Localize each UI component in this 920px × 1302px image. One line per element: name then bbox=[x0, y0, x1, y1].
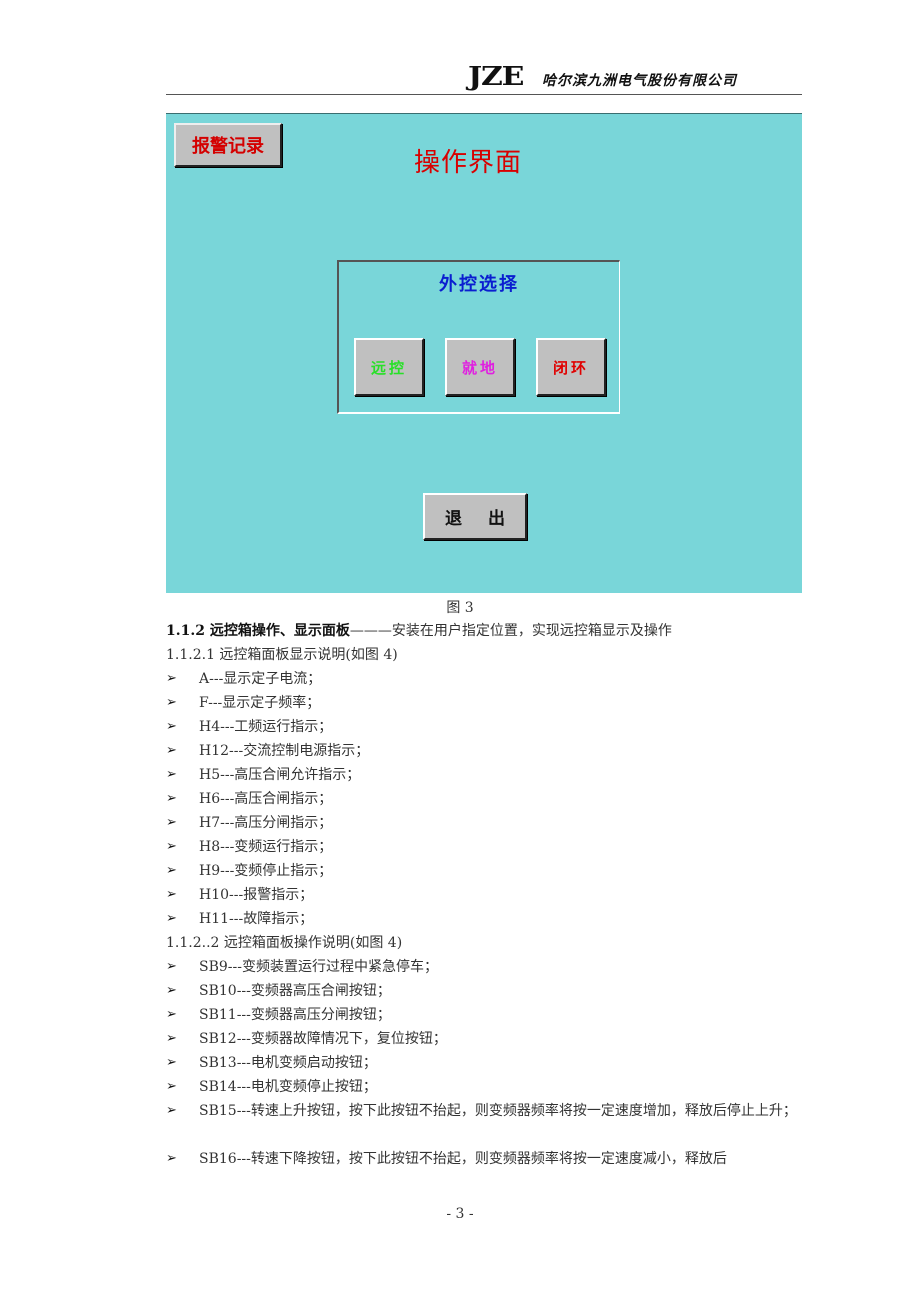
list-item-text: H5---高压合闸允许指示； bbox=[199, 767, 361, 783]
list-item-text: H6---高压合闸指示； bbox=[199, 791, 333, 807]
figure-caption: 图 3 bbox=[446, 600, 474, 616]
list-item: ➢ H8---变频运行指示； bbox=[166, 835, 369, 859]
bullet-arrow-icon: ➢ bbox=[166, 815, 177, 830]
list-item: ➢ H10---报警指示； bbox=[166, 883, 369, 907]
alarm-record-button[interactable]: 报警记录 bbox=[174, 123, 282, 167]
company-name: 哈尔滨九洲电气股份有限公司 bbox=[542, 73, 737, 89]
list-item: ➢ A---显示定子电流； bbox=[166, 667, 369, 691]
list-item-text: SB16---转速下降按钮，按下此按钮不抬起，则变频器频率将按一定速度减小，释放… bbox=[199, 1151, 727, 1167]
bullet-arrow-icon: ➢ bbox=[166, 767, 177, 782]
list-item: ➢ H11---故障指示； bbox=[166, 907, 369, 931]
section-title-desc: ———安装在用户指定位置，实现远控箱显示及操作 bbox=[349, 623, 672, 639]
list-item-text: F---显示定子频率； bbox=[199, 695, 321, 711]
bullet-arrow-icon: ➢ bbox=[166, 887, 177, 902]
list-item: ➢ SB14---电机变频停止按钮； bbox=[166, 1075, 802, 1099]
group-title: 外控选择 bbox=[439, 274, 519, 295]
list-item: ➢ H5---高压合闸允许指示； bbox=[166, 763, 369, 787]
list-item-text: SB11---变频器高压分闸按钮； bbox=[199, 1007, 391, 1023]
bullet-arrow-icon: ➢ bbox=[166, 863, 177, 878]
bullet-arrow-icon: ➢ bbox=[166, 983, 177, 998]
bullet-arrow-icon: ➢ bbox=[166, 1031, 177, 1046]
list-item-text: A---显示定子电流； bbox=[199, 671, 322, 687]
bullet-arrow-icon: ➢ bbox=[166, 1103, 177, 1118]
list-item: ➢ F---显示定子频率； bbox=[166, 691, 369, 715]
list-item-text: SB14---电机变频停止按钮； bbox=[199, 1079, 377, 1095]
list-item: ➢ SB15---转速上升按钮，按下此按钮不抬起，则变频器频率将按一定速度增加，释… bbox=[166, 1099, 802, 1147]
hmi-title: 操作界面 bbox=[414, 148, 523, 178]
list-item: ➢ SB9---变频装置运行过程中紧急停车； bbox=[166, 955, 802, 979]
list-item-text: H11---故障指示； bbox=[199, 911, 314, 927]
subsection-display: 1.1.2.1 远控箱面板显示说明(如图 4) bbox=[166, 647, 398, 663]
bullet-arrow-icon: ➢ bbox=[166, 1079, 177, 1094]
bullet-arrow-icon: ➢ bbox=[166, 695, 177, 710]
list-item: ➢ SB16---转速下降按钮，按下此按钮不抬起，则变频器频率将按一定速度减小，释… bbox=[166, 1147, 802, 1171]
bullet-arrow-icon: ➢ bbox=[166, 959, 177, 974]
page-header: JZE 哈尔滨九洲电气股份有限公司 bbox=[166, 60, 802, 95]
bullet-arrow-icon: ➢ bbox=[166, 1007, 177, 1022]
bullet-arrow-icon: ➢ bbox=[166, 911, 177, 926]
closed-loop-button[interactable]: 闭环 bbox=[536, 338, 606, 396]
section-title-bold: 1.1.2 远控箱操作、显示面板 bbox=[166, 623, 350, 639]
operation-items-list: ➢ SB9---变频装置运行过程中紧急停车； ➢ SB10---变频器高压合闸按钮； ➢… bbox=[166, 955, 802, 1171]
bullet-arrow-icon: ➢ bbox=[166, 1055, 177, 1070]
subsection-operation: 1.1.2..2 远控箱面板操作说明(如图 4) bbox=[166, 935, 403, 951]
company-logo: JZE bbox=[468, 62, 524, 92]
hmi-operation-screen: 报警记录 操作界面 外控选择 远控 就地 闭环 退 出 bbox=[166, 113, 802, 593]
external-control-group: 外控选择 远控 就地 闭环 bbox=[337, 260, 620, 414]
page-number: - 3 - bbox=[446, 1206, 474, 1222]
list-item: ➢ H9---变频停止指示； bbox=[166, 859, 369, 883]
list-item: ➢ H4---工频运行指示； bbox=[166, 715, 369, 739]
bullet-arrow-icon: ➢ bbox=[166, 839, 177, 854]
list-item-text: SB12---变频器故障情况下，复位按钮； bbox=[199, 1031, 447, 1047]
section-title: 1.1.2 远控箱操作、显示面板———安装在用户指定位置，实现远控箱显示及操作 bbox=[166, 619, 672, 643]
list-item-text: H7---高压分闸指示； bbox=[199, 815, 333, 831]
list-item-text: SB15---转速上升按钮，按下此按钮不抬起，则变频器频率将按一定速度增加，释放… bbox=[199, 1103, 797, 1119]
list-item: ➢ SB11---变频器高压分闸按钮； bbox=[166, 1003, 802, 1027]
bullet-arrow-icon: ➢ bbox=[166, 671, 177, 686]
list-item-text: SB13---电机变频启动按钮； bbox=[199, 1055, 377, 1071]
bullet-arrow-icon: ➢ bbox=[166, 743, 177, 758]
display-items-list: ➢ A---显示定子电流； ➢ F---显示定子频率； ➢ H4---工频运行指示； ➢ H1… bbox=[166, 667, 369, 931]
list-item-text: H8---变频运行指示； bbox=[199, 839, 333, 855]
bullet-arrow-icon: ➢ bbox=[166, 719, 177, 734]
list-item-text: SB9---变频装置运行过程中紧急停车； bbox=[199, 959, 438, 975]
bullet-arrow-icon: ➢ bbox=[166, 791, 177, 806]
remote-control-button[interactable]: 远控 bbox=[354, 338, 424, 396]
local-control-button[interactable]: 就地 bbox=[445, 338, 515, 396]
list-item: ➢ SB13---电机变频启动按钮； bbox=[166, 1051, 802, 1075]
list-item-text: H10---报警指示； bbox=[199, 887, 314, 903]
list-item-text: H12---交流控制电源指示； bbox=[199, 743, 370, 759]
list-item: ➢ H6---高压合闸指示； bbox=[166, 787, 369, 811]
list-item-text: H9---变频停止指示； bbox=[199, 863, 333, 879]
list-item: ➢ SB12---变频器故障情况下，复位按钮； bbox=[166, 1027, 802, 1051]
list-item-text: SB10---变频器高压合闸按钮； bbox=[199, 983, 391, 999]
list-item-text: H4---工频运行指示； bbox=[199, 719, 333, 735]
exit-button[interactable]: 退 出 bbox=[423, 493, 527, 540]
bullet-arrow-icon: ➢ bbox=[166, 1151, 177, 1166]
list-item: ➢ H7---高压分闸指示； bbox=[166, 811, 369, 835]
list-item: ➢ SB10---变频器高压合闸按钮； bbox=[166, 979, 802, 1003]
list-item: ➢ H12---交流控制电源指示； bbox=[166, 739, 369, 763]
